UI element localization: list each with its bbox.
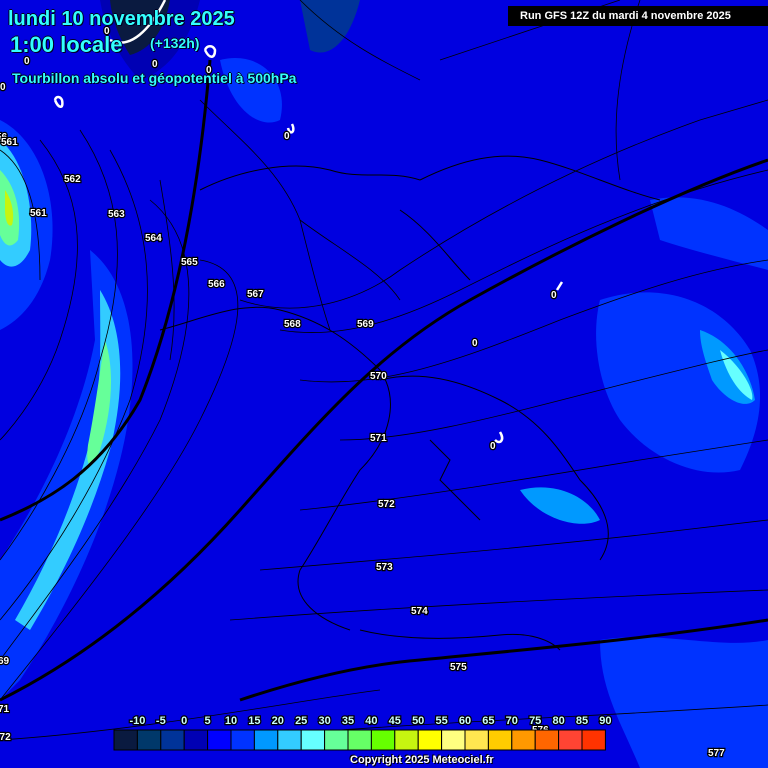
legend-swatch (324, 729, 349, 751)
vorticity-field: 56 561 561 562 563 564 565 566 567 568 5… (0, 0, 768, 768)
contour-label: 562 (64, 174, 81, 185)
contour-label: 572 (0, 732, 11, 743)
contour-label: 575 (450, 662, 467, 673)
parameter-title: Tourbillon absolu et géopotentiel à 500h… (12, 70, 297, 86)
forecast-time: 1:00 locale (10, 32, 123, 57)
zero-label: 0 (490, 441, 496, 452)
contour-label: 574 (411, 606, 428, 617)
forecast-date: lundi 10 novembre 2025 (8, 8, 235, 30)
legend-label: 35 (342, 715, 354, 727)
legend-swatch (417, 729, 443, 751)
legend-label: 45 (389, 715, 401, 727)
legend-swatch (253, 729, 279, 751)
legend-label: 70 (506, 715, 518, 727)
contour-label: 564 (145, 233, 162, 244)
contour-label: 577 (708, 748, 725, 759)
legend-swatch (394, 729, 419, 751)
run-info: Run GFS 12Z du mardi 4 novembre 2025 (508, 6, 768, 26)
legend-swatch (160, 729, 185, 751)
legend-swatch (300, 729, 326, 751)
contour-label: 561 (1, 137, 18, 148)
legend-swatch (347, 729, 372, 751)
contour-label: 569 (357, 319, 374, 330)
contour-label: 563 (108, 209, 125, 220)
forecast-lead-time: (+132h) (150, 35, 200, 51)
legend-label: 20 (272, 715, 284, 727)
legend-swatch (183, 729, 209, 751)
legend-swatch (464, 729, 489, 751)
legend-label: 55 (435, 715, 447, 727)
zero-label: 0 (284, 131, 290, 142)
legend-swatch (136, 729, 162, 751)
legend-label: 60 (459, 715, 471, 727)
contour-label: 71 (0, 704, 10, 715)
legend-label: 65 (482, 715, 494, 727)
legend-label: -5 (156, 715, 166, 727)
legend-label: 80 (552, 715, 564, 727)
contour-label: 572 (378, 499, 395, 510)
zero-label: 0 (152, 59, 158, 70)
contour-label: 573 (376, 562, 393, 573)
contour-label: 567 (247, 289, 264, 300)
zero-label: 0 (472, 338, 478, 349)
contour-label: 568 (284, 319, 301, 330)
legend-swatch (230, 729, 255, 751)
legend-swatch (370, 729, 396, 751)
zero-label: 0 (551, 290, 557, 301)
legend-swatch (534, 729, 560, 751)
contour-label: 561 (30, 208, 47, 219)
legend-label: 30 (318, 715, 330, 727)
copyright: Copyright 2025 Meteociel.fr (350, 754, 494, 766)
legend-swatch (113, 729, 138, 751)
legend-label: 0 (181, 715, 187, 727)
legend-swatch (277, 729, 302, 751)
legend-label: 90 (599, 715, 611, 727)
weather-map: 56 561 561 562 563 564 565 566 567 568 5… (0, 0, 768, 768)
legend-swatch (487, 729, 513, 751)
contour-label: 565 (181, 257, 198, 268)
legend-label: 85 (576, 715, 588, 727)
legend-swatch (207, 729, 232, 751)
legend-label: 5 (205, 715, 211, 727)
legend-label: 25 (295, 715, 307, 727)
contour-label: 69 (0, 656, 10, 667)
legend-label: 40 (365, 715, 377, 727)
legend-label: 75 (529, 715, 541, 727)
legend-swatch (441, 729, 466, 751)
legend-swatch (558, 729, 583, 751)
legend-label: -10 (129, 715, 145, 727)
legend-swatch (511, 729, 536, 751)
legend-swatch (581, 729, 606, 751)
contour-label: 571 (370, 433, 387, 444)
contour-label: 570 (370, 371, 387, 382)
zero-label: 0 (0, 82, 6, 93)
legend-label: 10 (225, 715, 237, 727)
contour-label: 566 (208, 279, 225, 290)
legend-label: 50 (412, 715, 424, 727)
legend-label: 15 (248, 715, 260, 727)
